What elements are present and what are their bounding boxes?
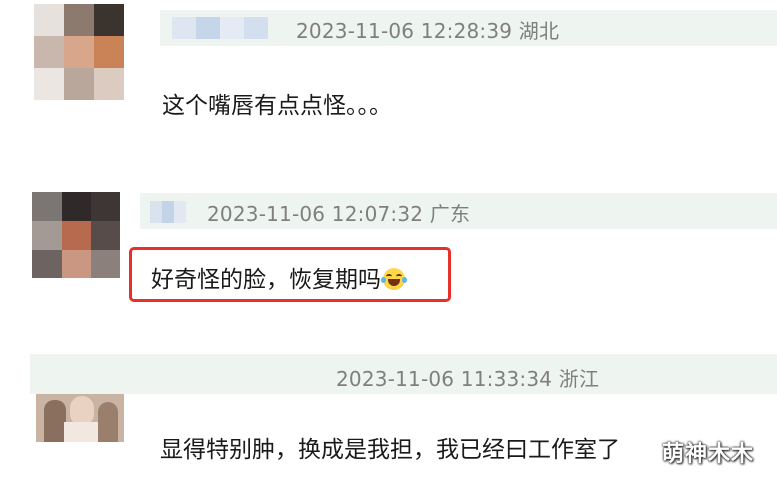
watermark: 萌神木木 — [662, 442, 755, 467]
comment-1-username-blurred[interactable] — [172, 17, 268, 39]
comment-2-text: 好奇怪的脸，恢复期吗 — [151, 267, 381, 293]
comment-1-meta: 2023-11-06 12:28:39 湖北 — [296, 15, 559, 44]
comment-3-location: 浙江 — [558, 367, 600, 391]
comment-3-text: 显得特别肿，换成是我担，我已经曰工作室了 — [160, 437, 620, 463]
comment-3-avatar[interactable] — [36, 394, 124, 442]
comment-3-timestamp: 2023-11-06 11:33:34 — [336, 367, 553, 391]
comment-2-username-blurred[interactable] — [150, 201, 186, 223]
comment-1-avatar[interactable] — [34, 4, 124, 100]
comment-2-text-row: 好奇怪的脸，恢复期吗 — [151, 260, 407, 294]
comment-1-location: 湖北 — [518, 19, 560, 43]
comment-2-avatar[interactable] — [32, 192, 120, 278]
comment-2-meta: 2023-11-06 12:07:32 广东 — [207, 198, 470, 227]
comment-2-location: 广东 — [429, 202, 471, 226]
comment-3-meta: 2023-11-06 11:33:34 浙江 — [336, 363, 599, 392]
comment-2-timestamp: 2023-11-06 12:07:32 — [207, 202, 424, 226]
laughing-tears-emoji-icon — [381, 268, 407, 290]
comment-1-text: 这个嘴唇有点点怪。。。 — [162, 93, 392, 119]
comment-1-timestamp: 2023-11-06 12:28:39 — [296, 19, 513, 43]
